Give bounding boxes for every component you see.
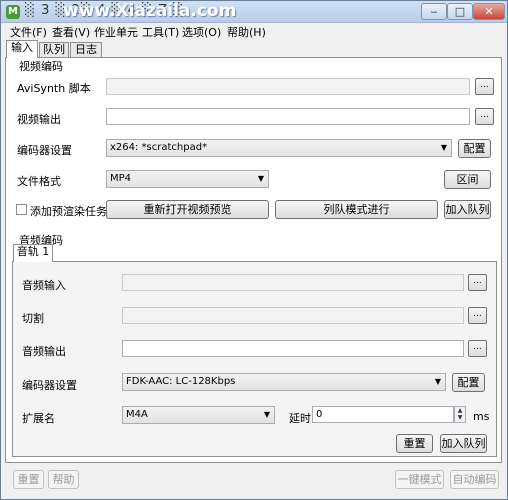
- footer-help-button[interactable]: 帮助: [48, 470, 79, 489]
- one-click-mode-button[interactable]: 一键模式: [395, 470, 444, 489]
- auto-encode-button[interactable]: 自动编码: [450, 470, 499, 489]
- file-format-label: 文件格式: [17, 175, 61, 188]
- reopen-preview-button[interactable]: 重新打开视频预览: [106, 200, 269, 219]
- maximize-button[interactable]: □: [447, 3, 473, 20]
- menu-view[interactable]: 查看(V): [52, 24, 90, 40]
- video-encoder-select[interactable]: x264: *scratchpad* ▼: [106, 139, 452, 157]
- audio-encoder-select[interactable]: FDK-AAC: LC-128Kbps ▼: [122, 373, 446, 391]
- file-format-select[interactable]: MP4 ▼: [106, 170, 269, 188]
- chevron-down-icon: ▼: [263, 410, 270, 419]
- audio-cut-label: 切割: [22, 312, 44, 325]
- extension-label: 扩展名: [22, 412, 55, 425]
- stepper-up-icon[interactable]: ▲: [455, 407, 465, 414]
- menu-file[interactable]: 文件(F): [10, 24, 47, 40]
- footer-reset-button[interactable]: 重置: [13, 470, 44, 489]
- menu-job-unit[interactable]: 作业单元: [94, 24, 138, 40]
- audio-reset-button[interactable]: 重置: [396, 434, 433, 453]
- menu-options[interactable]: 选项(O): [182, 24, 221, 40]
- title-bar[interactable]: M ░ 3 ░ 2░ 4 ░ 4 ░ Z ░ www.Xiazaila.com …: [1, 1, 507, 23]
- video-encoder-value: x264: *scratchpad*: [110, 142, 208, 153]
- minimize-button[interactable]: ‒: [421, 3, 447, 20]
- extension-select[interactable]: M4A ▼: [122, 406, 275, 424]
- chevron-down-icon: ▼: [434, 377, 441, 386]
- watermark-text: www.Xiazaila.com: [63, 1, 237, 21]
- audio-cut-input[interactable]: [122, 307, 464, 324]
- close-button[interactable]: ✕: [473, 3, 505, 20]
- extension-value: M4A: [126, 409, 148, 420]
- tab-audio-track-1[interactable]: 音轨 1: [13, 244, 53, 262]
- video-add-queue-button[interactable]: 加入队列: [444, 200, 491, 219]
- prerender-checkbox[interactable]: [16, 204, 27, 215]
- tab-input[interactable]: 输入: [6, 40, 38, 58]
- audio-cut-browse-button[interactable]: ...: [468, 307, 487, 324]
- audio-input-label: 音频输入: [22, 279, 66, 292]
- delay-label: 延时: [289, 412, 311, 425]
- audio-output-input[interactable]: [122, 340, 464, 357]
- tab-log[interactable]: 日志: [70, 42, 102, 58]
- video-section-title: 视频编码: [19, 60, 63, 73]
- video-output-input[interactable]: [106, 108, 470, 125]
- tab-queue[interactable]: 队列: [39, 42, 69, 58]
- audio-encoder-value: FDK-AAC: LC-128Kbps: [126, 376, 236, 387]
- audio-input-browse-button[interactable]: ...: [468, 274, 487, 291]
- chevron-down-icon: ▼: [440, 143, 447, 152]
- section-range-button[interactable]: 区间: [444, 170, 491, 189]
- stepper-down-icon[interactable]: ▼: [455, 414, 465, 421]
- audio-config-button[interactable]: 配置: [452, 373, 485, 392]
- menu-bar: 文件(F) 查看(V) 作业单元 工具(T) 选项(O) 帮助(H): [1, 23, 507, 40]
- queue-mode-button[interactable]: 列队模式进行: [275, 200, 438, 219]
- video-output-browse-button[interactable]: ...: [475, 108, 494, 125]
- audio-input-input[interactable]: [122, 274, 464, 291]
- audio-output-label: 音频输出: [22, 345, 66, 358]
- video-encoder-label: 编码器设置: [17, 144, 72, 157]
- avisynth-browse-button[interactable]: ...: [475, 78, 494, 95]
- delay-input[interactable]: 0: [312, 406, 454, 423]
- audio-output-browse-button[interactable]: ...: [468, 340, 487, 357]
- app-icon: M: [6, 5, 20, 19]
- prerender-label: 添加预渲染任务: [30, 205, 107, 218]
- audio-add-queue-button[interactable]: 加入队列: [440, 434, 487, 453]
- delay-unit-label: ms: [473, 410, 490, 423]
- audio-encoder-label: 编码器设置: [22, 379, 77, 392]
- menu-help[interactable]: 帮助(H): [227, 24, 266, 40]
- file-format-value: MP4: [110, 173, 132, 184]
- delay-stepper[interactable]: ▲ ▼: [454, 406, 466, 423]
- avisynth-script-label: AviSynth 脚本: [17, 82, 91, 95]
- video-output-label: 视频输出: [17, 113, 61, 126]
- menu-tools[interactable]: 工具(T): [142, 24, 179, 40]
- video-config-button[interactable]: 配置: [458, 139, 491, 158]
- chevron-down-icon: ▼: [257, 174, 264, 183]
- avisynth-script-input[interactable]: [106, 78, 470, 95]
